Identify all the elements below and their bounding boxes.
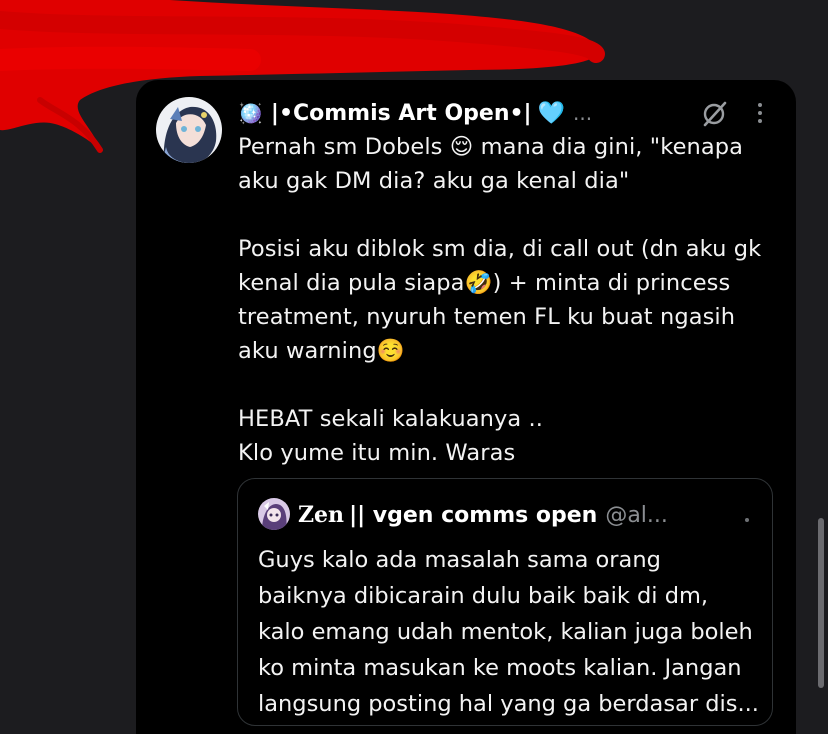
tweet-line: aku gak DM dia? aku ga kenal dia" xyxy=(238,168,630,194)
tweet-text: Pernah sm Dobels 😌 mana dia gini, "kenap… xyxy=(238,130,768,470)
tweet-header: 🪩 |•Commis Art Open•| 🩵 ... xyxy=(238,96,592,130)
quoted-author-name[interactable]: || vgen comms open xyxy=(349,503,597,528)
quoted-timestamp-dot xyxy=(745,518,749,522)
tweet-line xyxy=(238,198,768,232)
tweet-line: aku warning☺️ xyxy=(238,338,405,364)
quoted-tweet-header: Zen || vgen comms open @al... xyxy=(298,499,668,531)
author-display-name[interactable]: |•Commis Art Open•| xyxy=(271,101,532,126)
tweet-line: HEBAT sekali kalakuanya .. xyxy=(238,406,544,432)
quoted-line: ko minta masukan ke moots kalian. Jangan xyxy=(258,655,742,681)
heart-emoji: 🩵 xyxy=(537,100,565,126)
avatar-image xyxy=(156,97,222,163)
tweet-line: Pernah sm Dobels 😌 mana dia gini, "kenap… xyxy=(238,134,744,160)
quoted-avatar-image xyxy=(258,498,290,530)
tweet-line: Klo yume itu min. Waras xyxy=(238,440,516,466)
quoted-line: Guys kalo ada masalah sama orang xyxy=(258,547,661,573)
quoted-author-handle: @al... xyxy=(605,502,668,528)
scrollbar[interactable] xyxy=(818,518,824,688)
name-emoji: 🪩 xyxy=(238,101,263,125)
quoted-line: baiknya dibicarain dulu baik baik di dm, xyxy=(258,583,709,609)
quoted-tweet-text: Guys kalo ada masalah sama orang baiknya… xyxy=(258,542,759,722)
quoted-author-avatar[interactable] xyxy=(258,498,290,530)
tweet-line: treatment, nyuruh temen FL ku buat ngasi… xyxy=(238,304,736,330)
quoted-line: kalo emang udah mentok, kalian juga bole… xyxy=(258,619,753,645)
tweet-line xyxy=(238,368,768,402)
grok-icon[interactable] xyxy=(700,100,728,128)
quoted-author-name-styled[interactable]: Zen xyxy=(298,502,344,528)
tweet-line: kenal dia pula siapa🤣) + minta di prince… xyxy=(238,270,731,296)
author-avatar[interactable] xyxy=(156,97,222,163)
more-vertical-icon[interactable] xyxy=(752,100,768,126)
quoted-line: langsung posting hal yang ga berdasar di… xyxy=(258,691,759,717)
screen: 🪩 |•Commis Art Open•| 🩵 ... Pernah sm Do… xyxy=(0,0,828,734)
tweet-line: Posisi aku diblok sm dia, di call out (d… xyxy=(238,236,762,262)
name-truncation: ... xyxy=(573,101,593,125)
